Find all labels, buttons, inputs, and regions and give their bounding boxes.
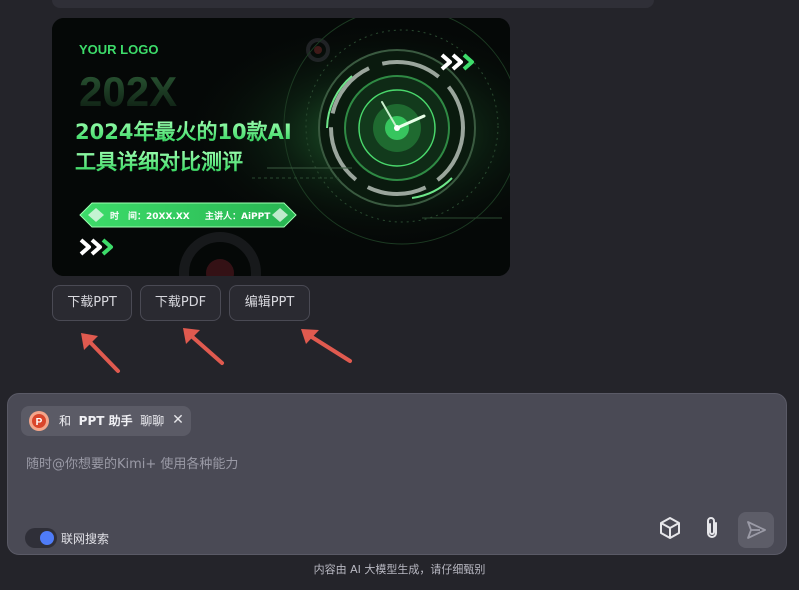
slide-info-banner: 时 间：20XX.XX 主讲人：AiPPT [79,202,297,228]
slide-title-line1: 2024年最火的10款AI [75,120,292,144]
slide-title-line2: 工具详细对比测评 [75,150,243,174]
red-arrow-annotation-icon [183,328,224,365]
slide-speaker-label: 主讲人：AiPPT [205,210,271,222]
ppt-assistant-icon: P [29,411,49,431]
ai-disclaimer-text: 内容由 AI 大模型生成，请仔细甄别 [313,563,486,576]
cube-icon[interactable] [656,514,684,542]
slide-time-label: 时 间：20XX.XX [110,210,190,222]
download-ppt-button[interactable]: 下载PPT [52,285,132,321]
svg-text:P: P [36,417,43,428]
ppt-slide-cover: YOUR LOGO 202X 2024年最火的10款AI 工具详细对比测评 时 … [52,18,510,276]
prompt-input[interactable] [24,452,768,476]
web-search-label: 联网搜索 [61,532,110,546]
previous-message-bubble [52,0,654,8]
send-button[interactable] [738,512,774,548]
slide-year-text: 202X [79,68,177,115]
edit-ppt-button[interactable]: 编辑PPT [229,285,310,321]
slide-logo-text: YOUR LOGO [79,42,158,57]
toggle-knob [40,531,54,545]
close-icon[interactable]: ✕ [169,410,187,430]
web-search-toggle[interactable] [25,528,57,548]
ppt-assistant-chip[interactable]: P 和 PPT 助手 聊聊 ✕ [21,406,191,436]
paperclip-icon[interactable] [698,514,726,542]
ppt-preview-card[interactable]: YOUR LOGO 202X 2024年最火的10款AI 工具详细对比测评 时 … [52,18,510,276]
red-arrow-annotation-icon [301,329,352,363]
send-icon [747,521,766,539]
chat-composer: P 和 PPT 助手 聊聊 ✕ 联网搜索 [7,393,787,555]
download-pdf-button[interactable]: 下载PDF [140,285,221,321]
assistant-chip-label: 和 PPT 助手 聊聊 [59,414,165,428]
red-arrow-annotation-icon [81,333,120,373]
